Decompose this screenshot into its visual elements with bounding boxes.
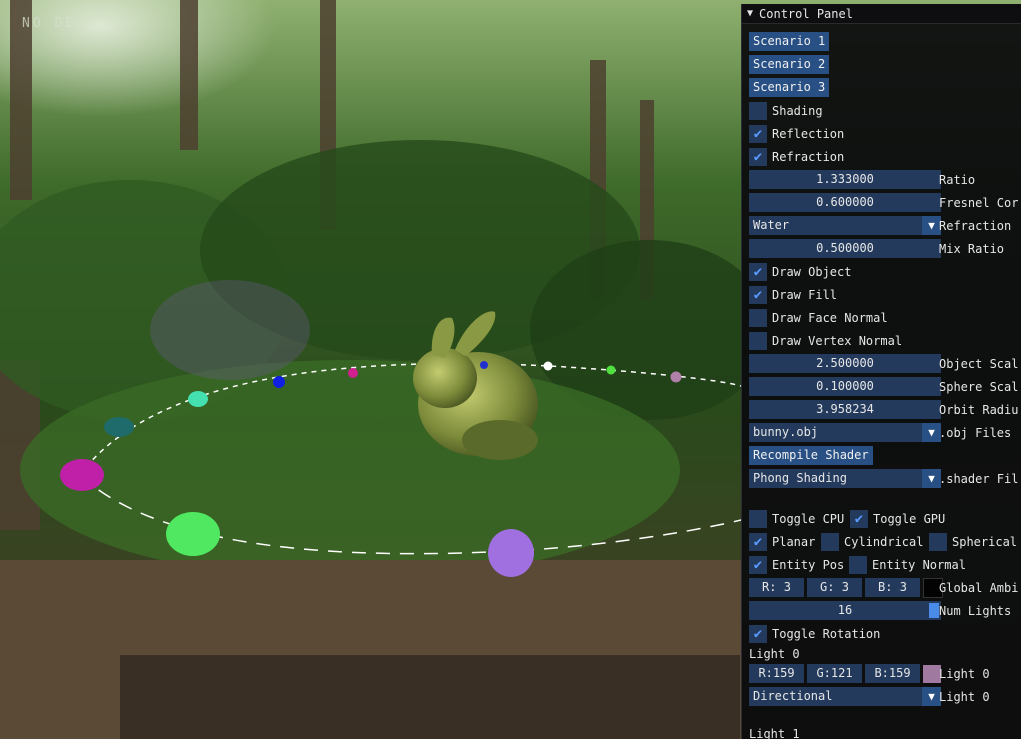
entity-normal-box[interactable] <box>849 555 867 574</box>
light-1-header: Light 1 <box>749 726 800 739</box>
refraction-check-icon[interactable]: ✔ <box>749 147 767 166</box>
recompile-shader-button[interactable]: Recompile Shader <box>749 446 873 465</box>
panel-title: Control Panel <box>759 6 853 21</box>
control-panel: ▼ Control Panel Scenario 1 Scenario 2 Sc… <box>741 4 1021 739</box>
toggle-rotation-checkbox[interactable]: ✔ Toggle Rotation <box>749 624 880 643</box>
draw-object-check-icon[interactable]: ✔ <box>749 262 767 281</box>
num-lights-label: Num Lights <box>939 603 1012 618</box>
refraction-material-value: Water <box>753 218 790 232</box>
orbit-radius-slider[interactable]: 3.958234 <box>749 400 941 419</box>
spherical-checkbox[interactable]: Spherical <box>929 532 1017 551</box>
draw-object-label: Draw Object <box>772 264 852 279</box>
planar-check-icon[interactable]: ✔ <box>749 532 767 551</box>
ratio-slider[interactable]: 1.333000 <box>749 170 941 189</box>
toggle-gpu-label: Toggle GPU <box>873 511 946 526</box>
num-lights-value: 16 <box>837 603 853 617</box>
toggle-gpu-checkbox[interactable]: ✔ Toggle GPU <box>850 509 945 528</box>
refraction-label: Refraction <box>772 149 845 164</box>
entity-pos-label: Entity Pos <box>772 557 845 572</box>
toggle-cpu-box[interactable] <box>749 509 767 528</box>
scenario-3-button[interactable]: Scenario 3 <box>749 78 830 97</box>
draw-vertex-normal-checkbox[interactable]: Draw Vertex Normal <box>749 331 902 350</box>
ratio-label: Ratio <box>939 172 976 187</box>
draw-face-normal-checkbox[interactable]: Draw Face Normal <box>749 308 888 327</box>
entity-normal-checkbox[interactable]: Entity Normal <box>849 555 966 574</box>
shader-file-value: Phong Shading <box>753 471 847 485</box>
toggle-rotation-label: Toggle Rotation <box>772 626 881 641</box>
path-shadow <box>120 655 740 739</box>
object-scale-label: Object Scal <box>939 356 1019 371</box>
light-0-b-field[interactable]: B:159 <box>865 664 920 683</box>
spherical-label: Spherical <box>952 534 1018 549</box>
orbit-radius-label: Orbit Radiu <box>939 402 1019 417</box>
toggle-cpu-checkbox[interactable]: Toggle CPU <box>749 509 844 528</box>
light-0-type-value: Directional <box>753 689 833 703</box>
global-ambient-g-field[interactable]: G: 3 <box>807 578 862 597</box>
refraction-checkbox[interactable]: ✔ Refraction <box>749 147 844 166</box>
refraction-material-label: Refraction <box>939 218 1012 233</box>
toggle-cpu-label: Toggle CPU <box>772 511 845 526</box>
panel-titlebar[interactable]: ▼ Control Panel <box>742 4 1021 24</box>
shading-checkbox[interactable]: Shading <box>749 101 823 120</box>
shader-file-dropdown[interactable]: Phong Shading ▼ <box>749 469 941 488</box>
entity-normal-label: Entity Normal <box>872 557 966 572</box>
fresnel-label: Fresnel Cor <box>939 195 1019 210</box>
cylindrical-label: Cylindrical <box>844 534 924 549</box>
obj-files-label: .obj Files <box>939 425 1012 440</box>
toggle-gpu-check-icon[interactable]: ✔ <box>850 509 868 528</box>
mix-ratio-slider[interactable]: 0.500000 <box>749 239 941 258</box>
sphere-scale-label: Sphere Scal <box>939 379 1019 394</box>
entity-pos-check-icon[interactable]: ✔ <box>749 555 767 574</box>
collapse-arrow-icon[interactable]: ▼ <box>747 8 753 19</box>
shading-label: Shading <box>772 103 823 118</box>
cylindrical-checkbox[interactable]: Cylindrical <box>821 532 923 551</box>
shader-files-label: .shader Fil <box>939 471 1019 486</box>
light-0-type-label: Light 0 <box>939 689 990 704</box>
light-0-header: Light 0 <box>749 646 800 661</box>
draw-vertex-normal-label: Draw Vertex Normal <box>772 333 903 348</box>
refraction-material-dropdown[interactable]: Water ▼ <box>749 216 941 235</box>
slider-grab-handle[interactable] <box>929 603 939 618</box>
draw-face-normal-box[interactable] <box>749 308 767 327</box>
draw-fill-check-icon[interactable]: ✔ <box>749 285 767 304</box>
entity-pos-checkbox[interactable]: ✔ Entity Pos <box>749 555 844 574</box>
planar-label: Planar <box>772 534 816 549</box>
num-lights-slider[interactable]: 16 <box>749 601 941 620</box>
light-0-color-label: Light 0 <box>939 666 990 681</box>
obj-file-value: bunny.obj <box>753 425 819 439</box>
sphere-scale-slider[interactable]: 0.100000 <box>749 377 941 396</box>
reflection-checkbox[interactable]: ✔ Reflection <box>749 124 844 143</box>
draw-face-normal-label: Draw Face Normal <box>772 310 888 325</box>
reflection-label: Reflection <box>772 126 845 141</box>
global-ambient-label: Global Ambi <box>939 580 1019 595</box>
spherical-box[interactable] <box>929 532 947 551</box>
fresnel-slider[interactable]: 0.600000 <box>749 193 941 212</box>
global-ambient-r-field[interactable]: R: 3 <box>749 578 804 597</box>
global-ambient-b-field[interactable]: B: 3 <box>865 578 920 597</box>
app-logo: NO DE <box>22 16 77 31</box>
reflection-check-icon[interactable]: ✔ <box>749 124 767 143</box>
draw-fill-label: Draw Fill <box>772 287 838 302</box>
light-0-type-dropdown[interactable]: Directional ▼ <box>749 687 941 706</box>
planar-checkbox[interactable]: ✔ Planar <box>749 532 815 551</box>
mix-ratio-label: Mix Ratio <box>939 241 1005 256</box>
draw-vertex-normal-box[interactable] <box>749 331 767 350</box>
draw-object-checkbox[interactable]: ✔ Draw Object <box>749 262 851 281</box>
scenario-2-button[interactable]: Scenario 2 <box>749 55 830 74</box>
obj-file-dropdown[interactable]: bunny.obj ▼ <box>749 423 941 442</box>
light-0-g-field[interactable]: G:121 <box>807 664 862 683</box>
object-scale-slider[interactable]: 2.500000 <box>749 354 941 373</box>
light-0-r-field[interactable]: R:159 <box>749 664 804 683</box>
draw-fill-checkbox[interactable]: ✔ Draw Fill <box>749 285 837 304</box>
scenario-1-button[interactable]: Scenario 1 <box>749 32 830 51</box>
toggle-rotation-check-icon[interactable]: ✔ <box>749 624 767 643</box>
shading-check-box[interactable] <box>749 101 767 120</box>
cylindrical-box[interactable] <box>821 532 839 551</box>
